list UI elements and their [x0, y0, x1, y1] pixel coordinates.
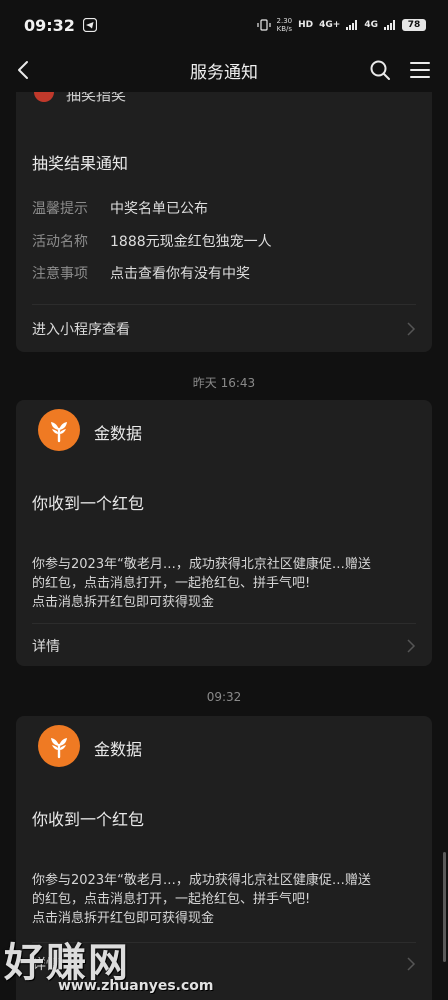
vibrate-icon — [256, 19, 271, 31]
app-logo — [38, 725, 80, 767]
status-left: 09:32 — [24, 16, 97, 35]
app-name: 金数据 — [94, 424, 143, 443]
network-speed: 2.30 KB/s — [277, 17, 293, 33]
timestamp: 09:32 — [206, 690, 242, 704]
speed-unit: KB/s — [276, 25, 293, 33]
divider — [32, 623, 416, 624]
message-body: 你参与2023年“敬老月…，成功获得北京社区健康促…赠送 的红包，点击消息打开，… — [32, 871, 418, 928]
card-title: 你收到一个红包 — [32, 494, 145, 513]
message-body: 你参与2023年“敬老月…，成功获得北京社区健康促…赠送 的红包，点击消息打开，… — [32, 555, 418, 612]
speed-value: 2.30 — [276, 17, 293, 25]
status-bar: 09:32 2.30 KB/s HD 4G+ 4G 78 — [0, 0, 448, 50]
card-title: 你收到一个红包 — [32, 810, 145, 829]
message-line: 点击消息拆开红包即可获得现金 — [32, 911, 215, 926]
hd-badge: HD — [298, 20, 314, 30]
partial-app-logo — [34, 92, 54, 102]
network-type-2: 4G — [364, 20, 378, 30]
footer-label: 进入小程序查看 — [32, 322, 130, 338]
search-icon[interactable] — [368, 58, 392, 82]
partial-app-name: 抽奖指奖 — [66, 92, 127, 104]
network-type-1: 4G+ — [319, 20, 341, 30]
battery-indicator: 78 — [402, 19, 426, 31]
lottery-notice-card[interactable]: 抽奖指奖 抽奖结果通知 温馨提示 中奖名单已公布 活动名称 1888元现金红包独… — [16, 92, 432, 352]
menu-icon[interactable] — [408, 58, 432, 82]
tree-logo-icon — [51, 422, 67, 443]
red-packet-card[interactable]: 金数据 你收到一个红包 你参与2023年“敬老月…，成功获得北京社区健康促…赠送… — [16, 400, 432, 666]
scrollbar[interactable] — [443, 852, 446, 962]
app-name: 金数据 — [94, 740, 143, 759]
message-line: 你参与2023年“敬老月…，成功获得北京社区健康促…赠送 — [32, 557, 371, 572]
info-label: 温馨提示 — [32, 201, 88, 217]
info-label: 活动名称 — [32, 234, 88, 250]
signal-icon — [346, 20, 358, 30]
info-label: 注意事项 — [32, 266, 88, 282]
site-watermark: 好赚网 www.zhuanyes.com — [0, 930, 260, 1000]
details-link[interactable]: 详情 — [32, 634, 416, 658]
chevron-right-icon — [407, 639, 416, 653]
tree-logo-icon — [51, 738, 67, 759]
open-miniprogram-link[interactable]: 进入小程序查看 — [32, 317, 416, 341]
info-value: 点击查看你有没有中奖 — [110, 266, 250, 282]
message-line: 的红包，点击消息打开，一起抢红包、拼手气吧! — [32, 576, 311, 591]
info-row: 活动名称 1888元现金红包独宠一人 — [32, 231, 272, 251]
message-line: 的红包，点击消息打开，一起抢红包、拼手气吧! — [32, 892, 311, 907]
info-row: 温馨提示 中奖名单已公布 — [32, 198, 208, 218]
signal-icon-2 — [384, 20, 395, 30]
info-row: 注意事项 点击查看你有没有中奖 — [32, 263, 250, 283]
status-right: 2.30 KB/s HD 4G+ 4G 78 — [256, 17, 426, 33]
divider — [32, 304, 416, 305]
app-logo — [38, 409, 80, 451]
footer-label: 详情 — [32, 639, 60, 655]
status-time: 09:32 — [24, 15, 75, 35]
watermark-url: www.zhuanyes.com — [58, 978, 214, 994]
info-value: 中奖名单已公布 — [110, 201, 208, 217]
page-title: 服务通知 — [190, 62, 258, 83]
info-value: 1888元现金红包独宠一人 — [110, 234, 272, 250]
chevron-right-icon — [407, 957, 416, 971]
chevron-right-icon — [407, 322, 416, 336]
card-title: 抽奖结果通知 — [32, 154, 129, 173]
message-line: 你参与2023年“敬老月…，成功获得北京社区健康促…赠送 — [32, 873, 371, 888]
timestamp: 昨天 16:43 — [192, 376, 256, 390]
back-icon[interactable] — [12, 58, 36, 82]
nav-bar: 服务通知 — [0, 50, 448, 90]
message-line: 点击消息拆开红包即可获得现金 — [32, 595, 215, 610]
telegram-icon — [82, 18, 97, 32]
